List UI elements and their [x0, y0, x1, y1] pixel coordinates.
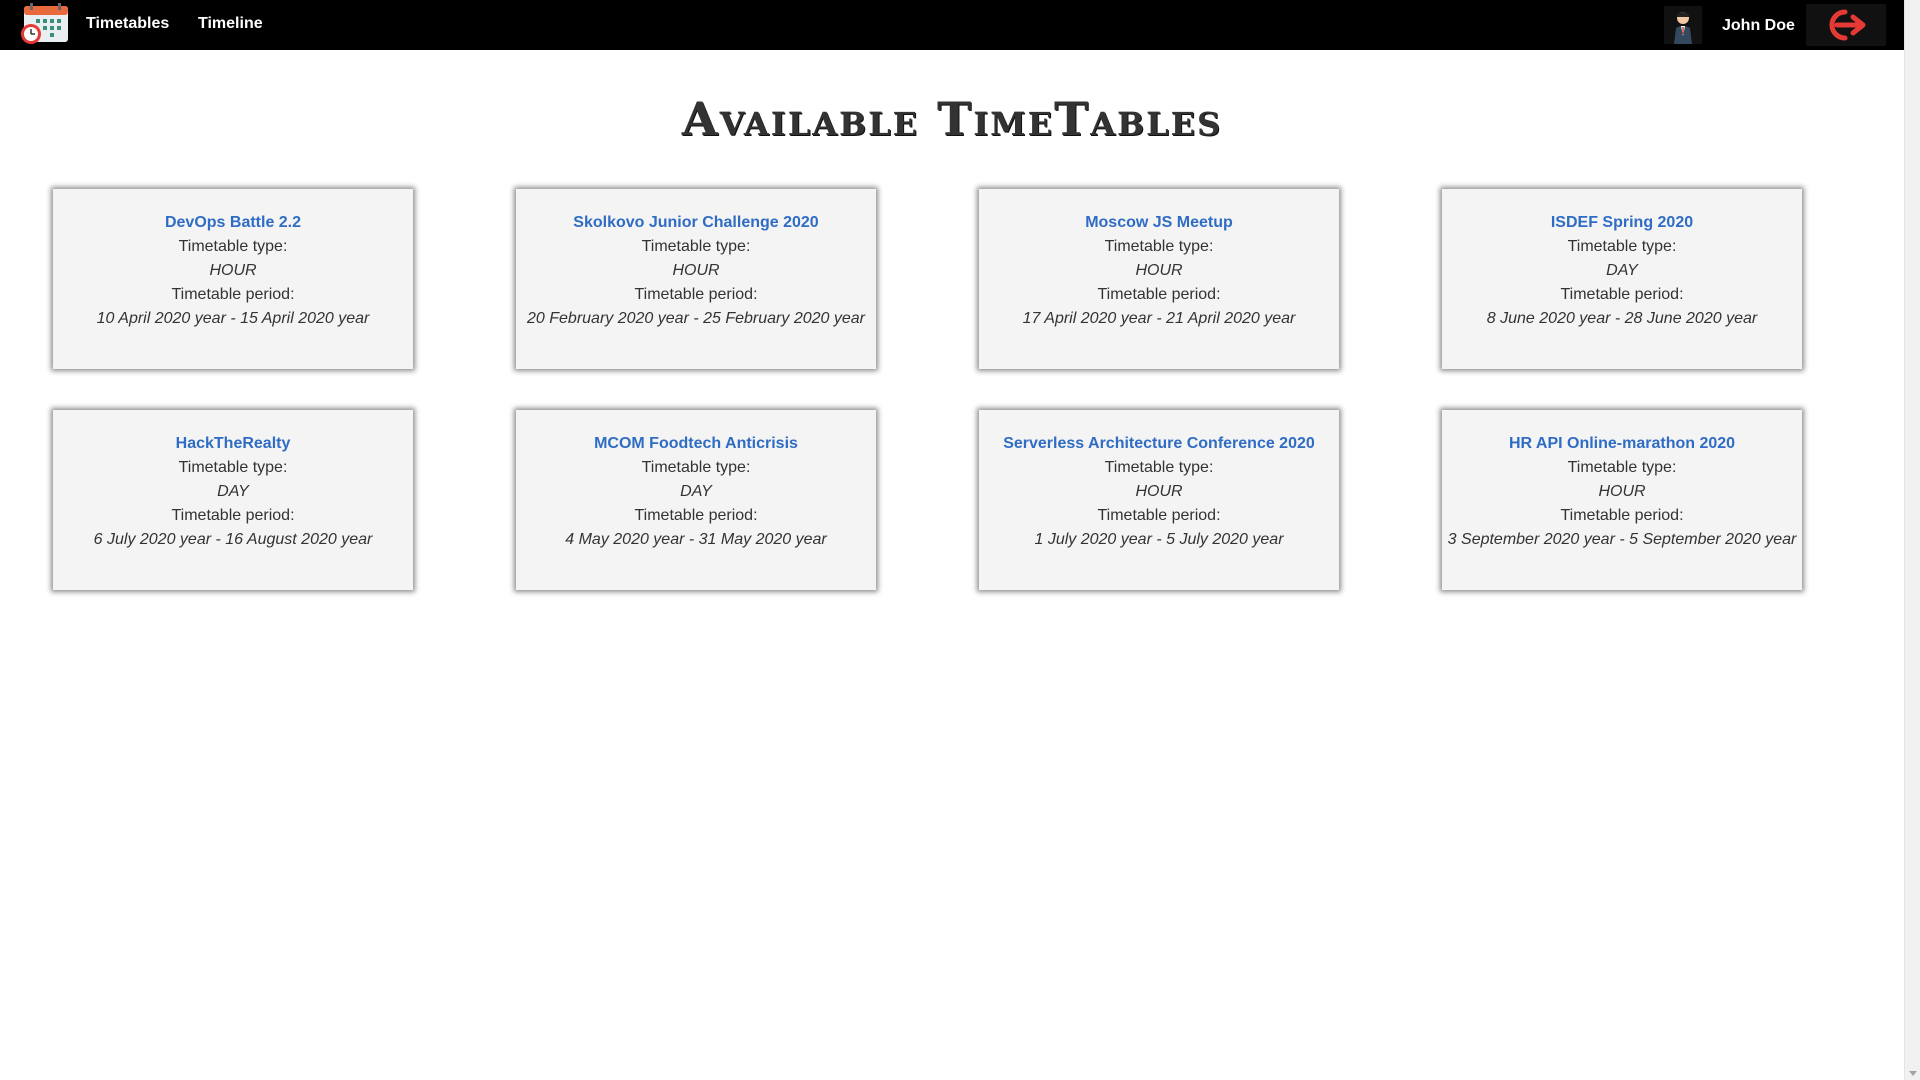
- period-value: 6 July 2020 year - 16 August 2020 year: [93, 531, 373, 548]
- period-value: 3 September 2020 year - 5 September 2020…: [1447, 531, 1797, 548]
- type-value: HOUR: [1598, 483, 1646, 500]
- timetable-card[interactable]: HackTheRealty Timetable type: DAY Timeta…: [53, 410, 413, 590]
- type-label: Timetable type:: [178, 459, 288, 476]
- timetable-card[interactable]: ISDEF Spring 2020 Timetable type: DAY Ti…: [1442, 189, 1802, 369]
- page-title: Available TimeTables: [681, 92, 1223, 146]
- period-value: 8 June 2020 year - 28 June 2020 year: [1486, 310, 1758, 327]
- period-label: Timetable period:: [1097, 286, 1221, 303]
- period-label: Timetable period:: [171, 507, 295, 524]
- timetable-title-link[interactable]: HackTheRealty: [53, 432, 413, 456]
- nav-timeline-link[interactable]: Timeline: [198, 15, 263, 33]
- type-label: Timetable type:: [1104, 459, 1214, 476]
- type-value: HOUR: [1135, 262, 1183, 279]
- top-navbar: Timetables Timeline John Doe: [0, 0, 1904, 50]
- timetable-title-link[interactable]: ISDEF Spring 2020: [1442, 211, 1802, 235]
- period-value: 20 February 2020 year - 25 February 2020…: [527, 310, 865, 327]
- type-label: Timetable type:: [1104, 238, 1214, 255]
- period-value: 1 July 2020 year - 5 July 2020 year: [1034, 531, 1284, 548]
- page: Timetables Timeline John Doe Available T…: [0, 0, 1904, 1080]
- period-value: 17 April 2020 year - 21 April 2020 year: [1022, 310, 1296, 327]
- period-value: 4 May 2020 year - 31 May 2020 year: [565, 531, 827, 548]
- type-value: DAY: [217, 483, 249, 500]
- user-name[interactable]: John Doe: [1722, 17, 1795, 35]
- type-label: Timetable type:: [178, 238, 288, 255]
- timetable-card[interactable]: Serverless Architecture Conference 2020 …: [979, 410, 1339, 590]
- scroll-down-arrow-icon[interactable]: [1909, 1071, 1917, 1076]
- logout-icon: [1829, 9, 1866, 41]
- type-value: HOUR: [672, 262, 720, 279]
- type-label: Timetable type:: [1567, 238, 1677, 255]
- type-value: HOUR: [209, 262, 257, 279]
- period-label: Timetable period:: [171, 286, 295, 303]
- user-avatar-icon[interactable]: [1664, 6, 1702, 44]
- nav-timetables-link[interactable]: Timetables: [86, 15, 169, 33]
- period-label: Timetable period:: [634, 507, 758, 524]
- period-label: Timetable period:: [1560, 507, 1684, 524]
- timetable-card[interactable]: DevOps Battle 2.2 Timetable type: HOUR T…: [53, 189, 413, 369]
- period-label: Timetable period:: [634, 286, 758, 303]
- timetable-card[interactable]: Skolkovo Junior Challenge 2020 Timetable…: [516, 189, 876, 369]
- timetable-title-link[interactable]: Skolkovo Junior Challenge 2020: [516, 211, 876, 235]
- timetable-card[interactable]: Moscow JS Meetup Timetable type: HOUR Ti…: [979, 189, 1339, 369]
- period-label: Timetable period:: [1097, 507, 1221, 524]
- timetable-title-link[interactable]: HR API Online-marathon 2020: [1442, 432, 1802, 456]
- type-value: DAY: [680, 483, 712, 500]
- calendar-clock-icon[interactable]: [20, 2, 70, 46]
- timetable-card[interactable]: MCOM Foodtech Anticrisis Timetable type:…: [516, 410, 876, 590]
- timetable-title-link[interactable]: Moscow JS Meetup: [979, 211, 1339, 235]
- vertical-scrollbar[interactable]: [1904, 0, 1920, 1080]
- type-label: Timetable type:: [641, 238, 751, 255]
- type-value: DAY: [1606, 262, 1638, 279]
- timetable-title-link[interactable]: Serverless Architecture Conference 2020: [979, 432, 1339, 456]
- timetable-card[interactable]: HR API Online-marathon 2020 Timetable ty…: [1442, 410, 1802, 590]
- period-value: 10 April 2020 year - 15 April 2020 year: [96, 310, 370, 327]
- type-label: Timetable type:: [641, 459, 751, 476]
- timetable-title-link[interactable]: MCOM Foodtech Anticrisis: [516, 432, 876, 456]
- type-label: Timetable type:: [1567, 459, 1677, 476]
- type-value: HOUR: [1135, 483, 1183, 500]
- period-label: Timetable period:: [1560, 286, 1684, 303]
- timetable-title-link[interactable]: DevOps Battle 2.2: [53, 211, 413, 235]
- logout-button[interactable]: [1806, 4, 1886, 46]
